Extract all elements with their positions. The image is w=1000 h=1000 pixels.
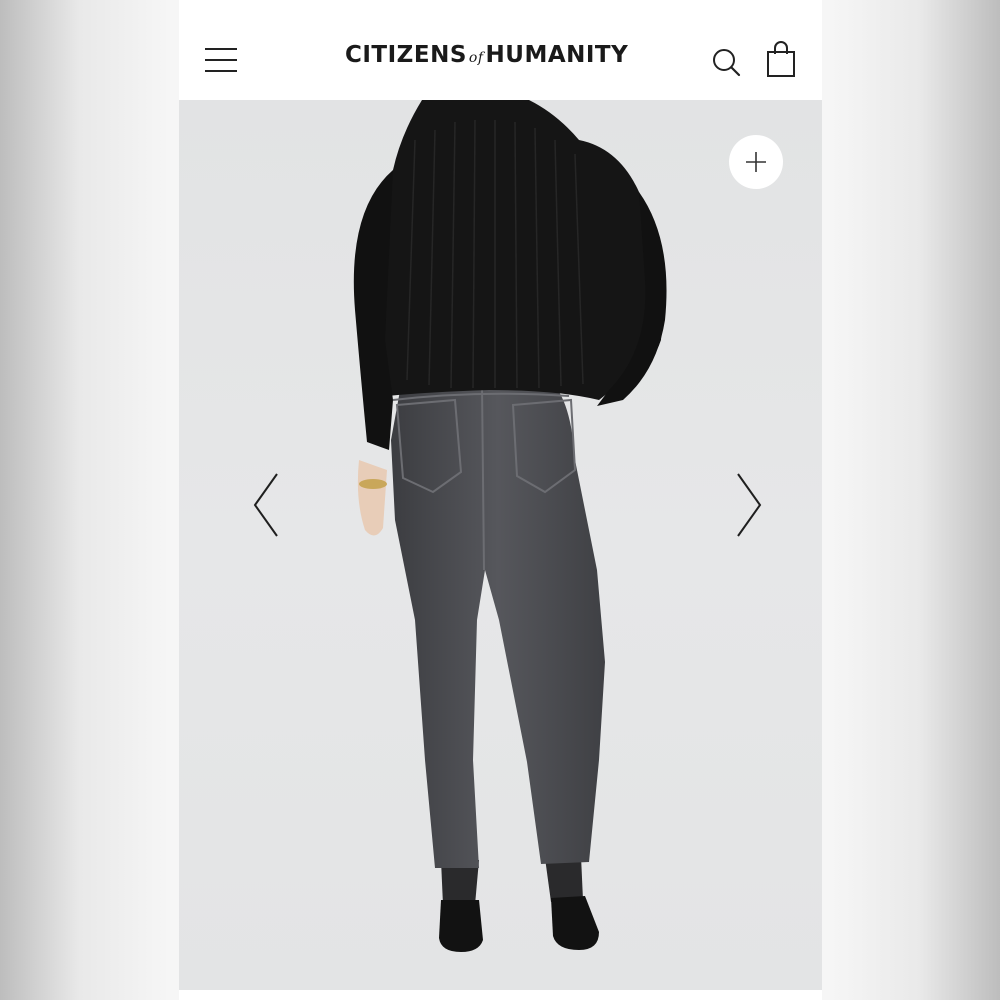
site-header: CITIZENS ofHUMANITY [179,0,822,100]
chevron-left-icon[interactable] [249,470,283,540]
shopping-bag-icon[interactable] [763,40,799,80]
chevron-right-icon[interactable] [732,470,766,540]
phone-screen: CITIZENS ofHUMANITY [179,0,822,1000]
logo-citizens: CITIZENS [345,42,467,68]
brand-logo[interactable]: CITIZENS ofHUMANITY [345,42,628,68]
bottom-strip [179,990,822,1000]
product-photo [353,100,667,952]
zoom-plus-icon[interactable] [729,135,783,189]
logo-humanity: HUMANITY [485,42,629,68]
logo-of: of [468,50,484,66]
product-image-gallery[interactable] [179,100,822,990]
search-icon[interactable] [709,44,745,80]
hamburger-menu-icon[interactable] [205,46,239,74]
